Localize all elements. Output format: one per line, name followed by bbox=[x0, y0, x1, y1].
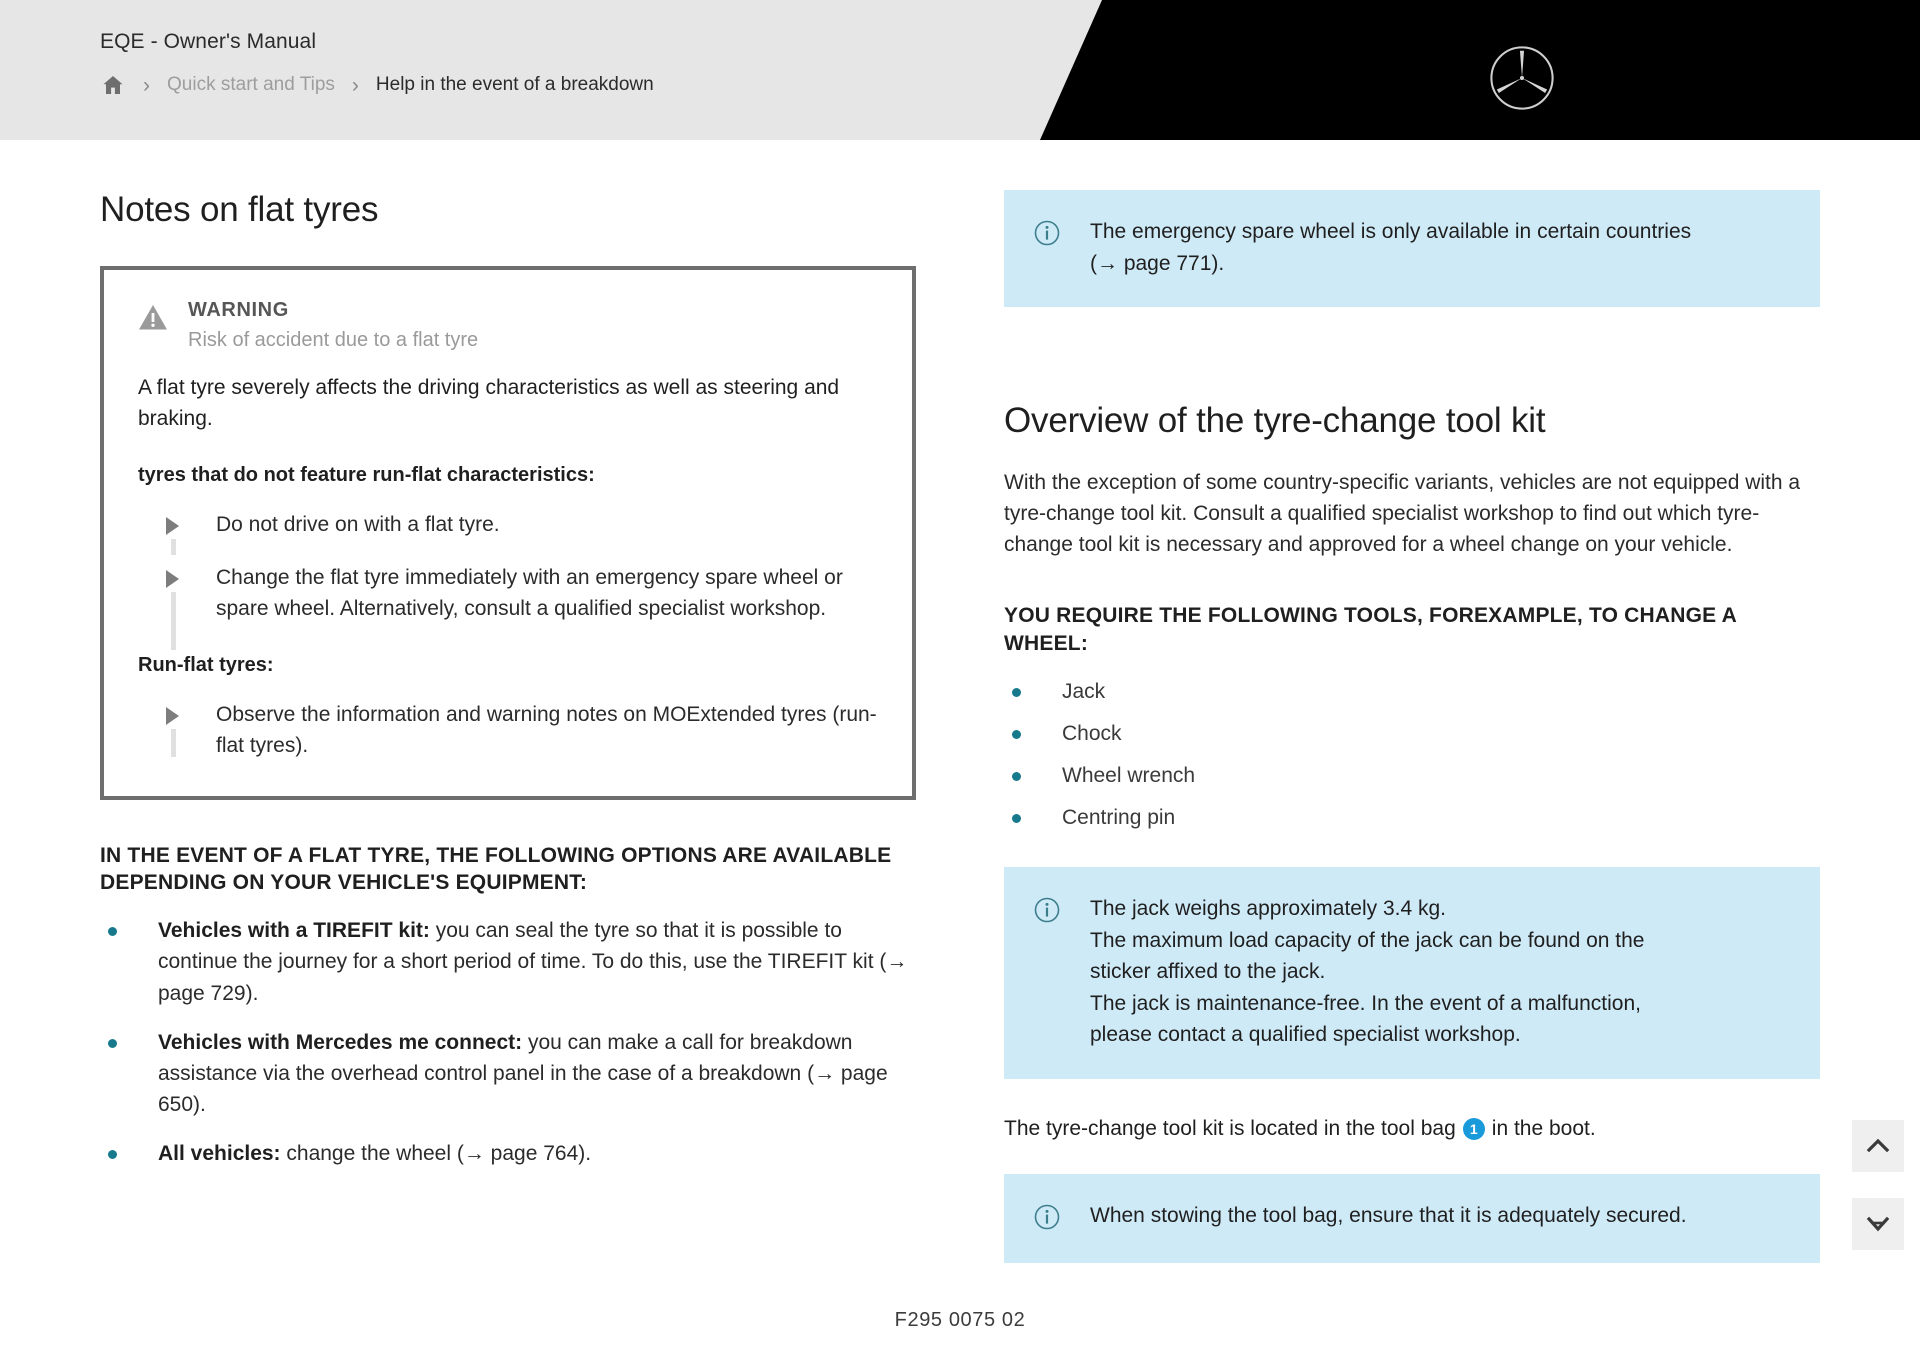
list-item-text: Wheel wrench bbox=[1062, 764, 1196, 788]
warning-group-list-1: Observe the information and warning note… bbox=[138, 699, 878, 761]
list-item-text: Centring pin bbox=[1062, 806, 1176, 830]
page-title: Notes on flat tyres bbox=[100, 190, 379, 229]
breadcrumb-separator-2: › bbox=[351, 73, 359, 97]
bullet-rule bbox=[171, 539, 176, 556]
list-item: Vehicles with a TIREFIT kit: you can sea… bbox=[100, 915, 916, 1008]
triangle-bullet-icon bbox=[166, 570, 179, 589]
right-column: The emergency spare wheel is only availa… bbox=[1004, 190, 1820, 1264]
list-item-lead: Vehicles with Mercedes me connect: bbox=[158, 1030, 523, 1054]
options-list: Vehicles with a TIREFIT kit: you can sea… bbox=[100, 915, 916, 1169]
page-header: EQE - Owner's Manual › Quick start and T… bbox=[0, 0, 1920, 140]
list-item: Vehicles with Mercedes me connect: you c… bbox=[100, 1027, 916, 1120]
tools-list: Jack Chock Wheel wrench Centring pin bbox=[1004, 676, 1820, 833]
warning-group-heading-0: tyres that do not feature run-flat chara… bbox=[138, 464, 595, 487]
tool-bag-text-before: The tyre-change tool kit is located in t… bbox=[1004, 1116, 1456, 1140]
options-heading: IN THE EVENT OF A FLAT TYRE, THE FOLLOWI… bbox=[100, 843, 892, 895]
overview-title: Overview of the tyre-change tool kit bbox=[1004, 401, 1546, 440]
list-item-lead: All vehicles: bbox=[158, 1141, 281, 1165]
bullet-dot-icon bbox=[1012, 730, 1021, 740]
bullet-rule bbox=[171, 592, 176, 651]
bullet-dot-icon bbox=[1012, 814, 1021, 824]
breadcrumb-separator-1: › bbox=[143, 73, 150, 97]
mercedes-benz-star-icon bbox=[1490, 46, 1554, 110]
bullet-dot-icon bbox=[1012, 688, 1021, 698]
info-circle-icon bbox=[1034, 1204, 1060, 1235]
floating-controls bbox=[1852, 1120, 1904, 1250]
triangle-bullet-icon bbox=[166, 707, 179, 726]
home-icon[interactable] bbox=[100, 72, 126, 98]
info-box-text: When stowing the tool bag, ensure that i… bbox=[1090, 1200, 1687, 1232]
list-item-text: Jack bbox=[1062, 680, 1106, 704]
info-circle-icon bbox=[1034, 220, 1060, 251]
list-item: Centring pin bbox=[1004, 802, 1820, 833]
bullet-rule bbox=[171, 729, 176, 758]
tool-bag-text-after: in the boot. bbox=[1491, 1116, 1596, 1140]
left-column: Notes on flat tyres WARNING Risk of acci… bbox=[100, 190, 916, 1263]
warning-labels: WARNING Risk of accident due to a flat t… bbox=[188, 298, 478, 354]
list-item-text: Observe the information and warning note… bbox=[216, 703, 877, 758]
info-line: please contact a qualified specialist wo… bbox=[1090, 1023, 1521, 1047]
list-item: Do not drive on with a flat tyre. bbox=[138, 509, 878, 556]
callout-badge-1: 1 bbox=[1462, 1117, 1485, 1140]
warning-triangle-icon bbox=[138, 304, 168, 336]
list-item-text: Change the flat tyre immediately with an… bbox=[216, 566, 843, 621]
list-item-lead: Vehicles with a TIREFIT kit: bbox=[158, 919, 430, 943]
footer-document-code: F295 0075 02 bbox=[894, 1309, 1026, 1331]
info-line: The jack is maintenance-free. In the eve… bbox=[1090, 991, 1641, 1015]
warning-box: WARNING Risk of accident due to a flat t… bbox=[100, 266, 916, 800]
overview-paragraph: With the exception of some country-speci… bbox=[1004, 471, 1801, 557]
warning-body-text: A flat tyre severely affects the driving… bbox=[138, 376, 840, 431]
list-item: Chock bbox=[1004, 718, 1820, 749]
chevron-down-mark-icon bbox=[1866, 1216, 1890, 1232]
info-line: The maximum load capacity of the jack ca… bbox=[1090, 928, 1645, 952]
list-item: Wheel wrench bbox=[1004, 760, 1820, 791]
bullet-dot-icon bbox=[108, 927, 117, 937]
info-line: The emergency spare wheel is only availa… bbox=[1090, 220, 1692, 243]
warning-header: WARNING Risk of accident due to a flat t… bbox=[138, 298, 878, 354]
tools-heading: YOU REQUIRE THE FOLLOWING TOOLS, FOREXAM… bbox=[1004, 604, 1737, 656]
warning-label: WARNING bbox=[188, 299, 289, 321]
warning-group-list-0: Do not drive on with a flat tyre. Change… bbox=[138, 509, 878, 651]
list-item-text: Do not drive on with a flat tyre. bbox=[216, 513, 500, 537]
breadcrumb: › Quick start and Tips › Help in the eve… bbox=[100, 72, 654, 98]
two-column-layout: Notes on flat tyres WARNING Risk of acci… bbox=[100, 190, 1820, 1264]
list-item: Change the flat tyre immediately with an… bbox=[138, 562, 878, 651]
info-box-text: The jack weighs approximately 3.4 kg. Th… bbox=[1090, 893, 1644, 1051]
chevron-up-icon bbox=[1866, 1138, 1890, 1153]
manual-title: EQE - Owner's Manual bbox=[100, 30, 317, 53]
list-item: All vehicles: change the wheel (→ page 7… bbox=[100, 1138, 916, 1169]
triangle-bullet-icon bbox=[166, 517, 179, 536]
breadcrumb-current-page[interactable]: Help in the event of a breakdown bbox=[376, 74, 654, 96]
warning-group-heading-1: Run-flat tyres: bbox=[138, 654, 274, 677]
bullet-dot-icon bbox=[108, 1038, 117, 1048]
info-box-jack: The jack weighs approximately 3.4 kg. Th… bbox=[1004, 867, 1820, 1079]
header-text-block: EQE - Owner's Manual › Quick start and T… bbox=[100, 30, 654, 98]
info-line: When stowing the tool bag, ensure that i… bbox=[1090, 1204, 1687, 1228]
info-box-spare-wheel: The emergency spare wheel is only availa… bbox=[1004, 190, 1820, 307]
info-circle-icon bbox=[1034, 897, 1060, 928]
list-item-text: change the wheel (→ page 764). bbox=[280, 1141, 592, 1165]
info-box-text: The emergency spare wheel is only availa… bbox=[1090, 216, 1691, 279]
page-content: Notes on flat tyres WARNING Risk of acci… bbox=[0, 140, 1920, 1358]
bullet-dot-icon bbox=[108, 1149, 117, 1159]
bullet-dot-icon bbox=[1012, 772, 1021, 782]
list-item: Jack bbox=[1004, 676, 1820, 707]
list-item-text: Chock bbox=[1062, 722, 1122, 746]
info-box-stowing: When stowing the tool bag, ensure that i… bbox=[1004, 1174, 1820, 1264]
breadcrumb-parent-link[interactable]: Quick start and Tips bbox=[167, 74, 335, 96]
info-line: The jack weighs approximately 3.4 kg. bbox=[1090, 897, 1447, 921]
tool-bag-location-line: The tyre-change tool kit is located in t… bbox=[1004, 1113, 1820, 1145]
brand-banner bbox=[1040, 0, 1920, 140]
scroll-to-top-button[interactable] bbox=[1852, 1120, 1904, 1172]
next-page-button[interactable] bbox=[1852, 1198, 1904, 1250]
warning-subtitle: Risk of accident due to a flat tyre bbox=[188, 329, 479, 351]
info-line: (→ page 771). bbox=[1090, 251, 1225, 275]
info-line: sticker affixed to the jack. bbox=[1090, 960, 1326, 984]
list-item: Observe the information and warning note… bbox=[138, 699, 878, 761]
